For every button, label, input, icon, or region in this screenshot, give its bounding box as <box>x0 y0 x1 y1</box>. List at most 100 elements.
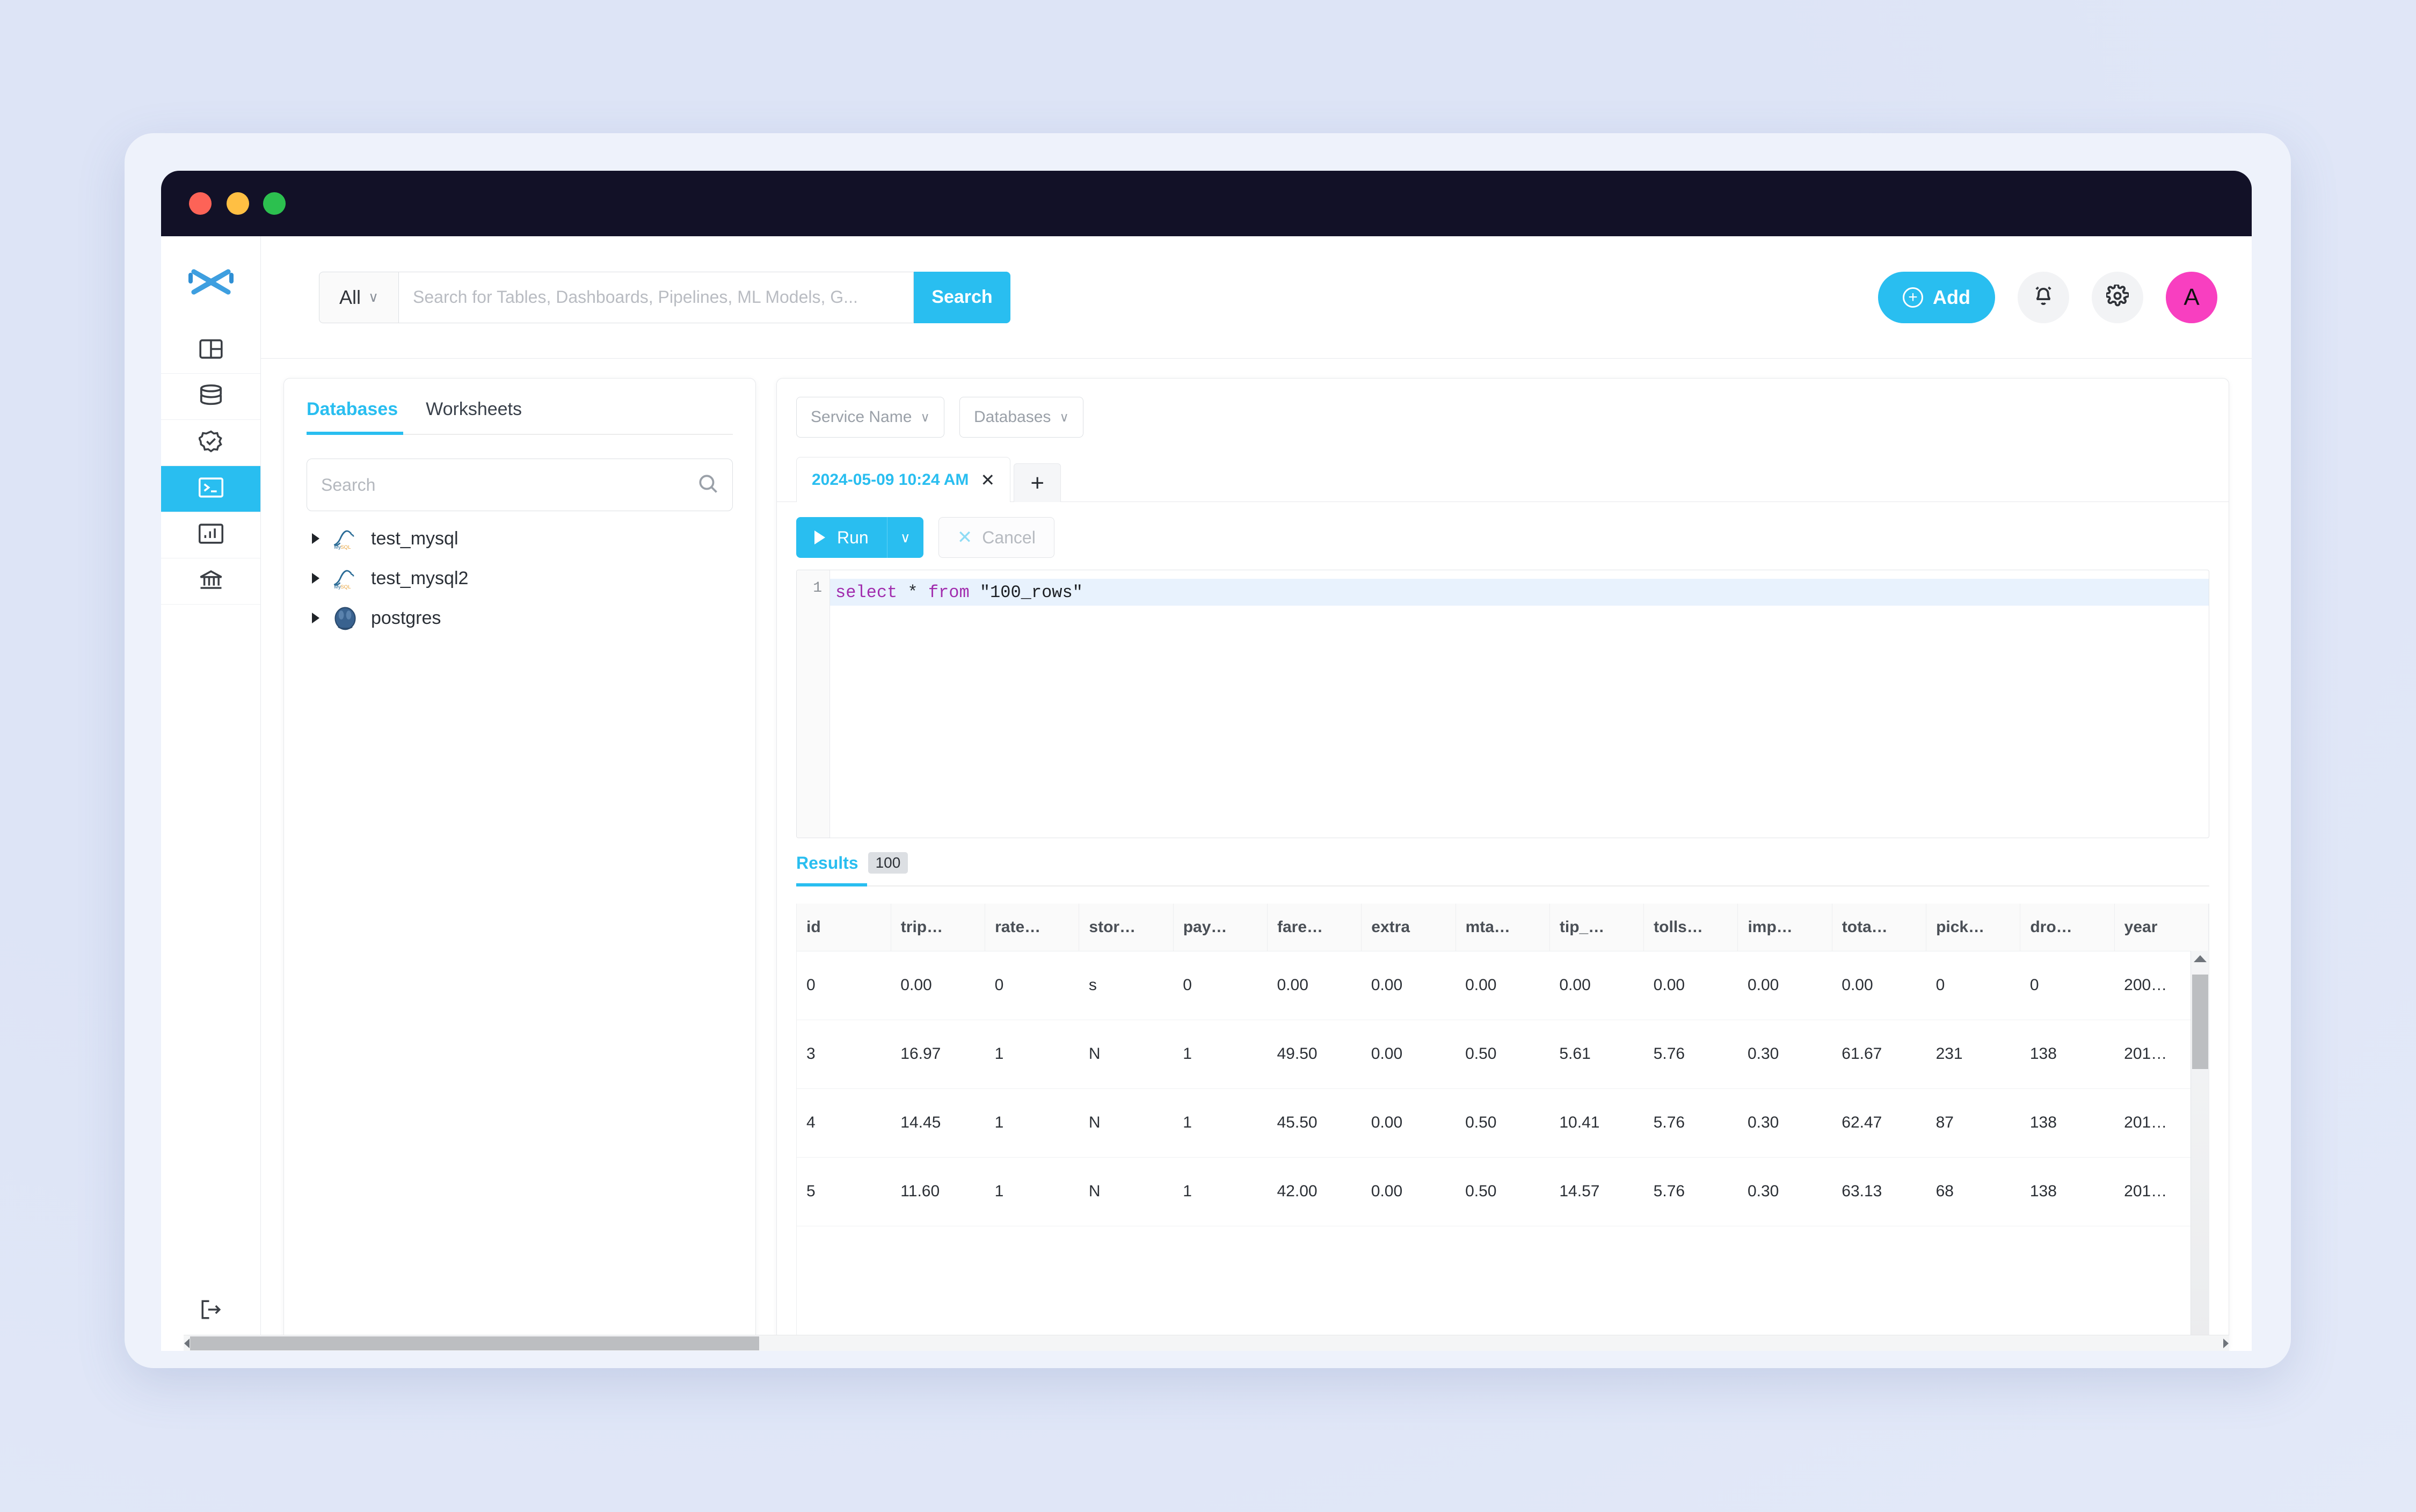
list-item-label: postgres <box>371 608 441 629</box>
sidebar-item-dashboard[interactable] <box>161 328 260 374</box>
cell: 10.41 <box>1549 1088 1643 1157</box>
sidebar-item-governance[interactable] <box>161 558 260 605</box>
sidebar-item-explore-databases[interactable] <box>161 374 260 420</box>
explorer-search-field[interactable] <box>307 459 733 511</box>
column-header-dro[interactable]: dro… <box>2020 904 2114 951</box>
vertical-scroll-thumb[interactable] <box>2192 975 2208 1069</box>
notifications-button[interactable] <box>2018 272 2069 323</box>
scroll-up-icon[interactable] <box>2194 955 2207 962</box>
cell: 1 <box>1173 1157 1267 1226</box>
table-row[interactable]: 0 0.00 0 s 0 0.00 0.00 0.00 0.00 0.00 <box>797 951 2209 1020</box>
column-header-id[interactable]: id <box>797 904 891 951</box>
sidebar-item-data-quality[interactable] <box>161 420 260 466</box>
table-row[interactable]: 5 11.60 1 N 1 42.00 0.00 0.50 14.57 5. <box>797 1157 2209 1226</box>
editor-line-1[interactable]: select * from "100_rows" <box>830 579 2209 606</box>
explorer-search-input[interactable] <box>321 475 698 495</box>
column-header-tota[interactable]: tota… <box>1832 904 1926 951</box>
cell: 87 <box>1926 1088 2020 1157</box>
column-header-mta[interactable]: mta… <box>1456 904 1549 951</box>
window-maximize-button[interactable] <box>263 192 286 215</box>
column-header-trip[interactable]: trip… <box>891 904 985 951</box>
run-options-dropdown[interactable]: ∨ <box>887 517 923 558</box>
cancel-button[interactable]: ✕ Cancel <box>938 517 1054 558</box>
list-item[interactable]: postgres <box>307 598 733 638</box>
global-search-group: All ∨ Search <box>319 272 1010 323</box>
window-minimize-button[interactable] <box>227 192 249 215</box>
sql-editor[interactable]: 1 select * from "100_rows" <box>796 570 2209 838</box>
tab-databases[interactable]: Databases <box>307 399 398 434</box>
explorer-tabs: Databases Worksheets <box>307 399 733 435</box>
column-header-imp[interactable]: imp… <box>1738 904 1832 951</box>
sidebar-item-insights[interactable] <box>161 512 260 558</box>
column-header-fare[interactable]: fare… <box>1267 904 1361 951</box>
line-number: 1 <box>813 580 822 597</box>
cell: 4 <box>797 1088 891 1157</box>
column-header-year[interactable]: year <box>2114 904 2208 951</box>
close-icon: ✕ <box>957 527 973 548</box>
top-bar: All ∨ Search + Add <box>261 236 2252 359</box>
cell: 49.50 <box>1267 1020 1361 1088</box>
window-titlebar <box>161 171 2252 236</box>
chevron-right-icon[interactable] <box>312 573 319 584</box>
user-avatar[interactable]: A <box>2166 272 2217 323</box>
play-icon <box>814 530 825 544</box>
results-vertical-scrollbar[interactable] <box>2191 951 2209 1350</box>
column-header-tolls[interactable]: tolls… <box>1644 904 1738 951</box>
tab-results[interactable]: Results 100 <box>796 852 908 885</box>
run-button[interactable]: Run ∨ <box>796 517 923 558</box>
cell: 0.00 <box>1549 951 1643 1020</box>
service-name-select[interactable]: Service Name ∨ <box>796 397 944 438</box>
cell: 5.61 <box>1549 1020 1643 1088</box>
run-button-label: Run <box>837 528 869 548</box>
cell: 61.67 <box>1832 1020 1926 1088</box>
top-bar-actions: + Add A <box>1878 272 2217 323</box>
table-row[interactable]: 3 16.97 1 N 1 49.50 0.00 0.50 5.61 5.7 <box>797 1020 2209 1088</box>
column-header-pay[interactable]: pay… <box>1173 904 1267 951</box>
column-header-extra[interactable]: extra <box>1362 904 1456 951</box>
cell: 11.60 <box>891 1157 985 1226</box>
cell: 138 <box>2020 1020 2114 1088</box>
window-close-button[interactable] <box>189 192 212 215</box>
worksheet-tab[interactable]: 2024-05-09 10:24 AM ✕ <box>796 457 1010 502</box>
sidebar-item-sql-workbench[interactable] <box>161 466 260 512</box>
sql-token-table: "100_rows" <box>970 583 1083 602</box>
list-item[interactable]: My SQL test_mysql <box>307 519 733 558</box>
editor-code-area[interactable]: select * from "100_rows" <box>830 570 2209 838</box>
cell: 0 <box>2020 951 2114 1020</box>
list-item[interactable]: My SQL test_mysql2 <box>307 558 733 598</box>
badge-check-icon <box>199 430 223 455</box>
search-input[interactable] <box>413 287 913 307</box>
column-header-rate[interactable]: rate… <box>985 904 1079 951</box>
chevron-right-icon[interactable] <box>312 613 319 623</box>
cancel-button-label: Cancel <box>982 528 1036 548</box>
browser-window: All ∨ Search + Add <box>161 171 2252 1351</box>
add-button[interactable]: + Add <box>1878 272 1995 323</box>
cell: 0 <box>985 951 1079 1020</box>
column-header-stor[interactable]: stor… <box>1079 904 1173 951</box>
close-icon[interactable]: ✕ <box>980 470 995 490</box>
table-row[interactable]: 4 14.45 1 N 1 45.50 0.00 0.50 10.41 5. <box>797 1088 2209 1157</box>
cell: N <box>1079 1020 1173 1088</box>
openmetadata-logo[interactable] <box>161 236 260 328</box>
search-button[interactable]: Search <box>914 272 1010 323</box>
databases-select[interactable]: Databases ∨ <box>959 397 1083 438</box>
add-worksheet-button[interactable]: + <box>1014 463 1061 502</box>
results-table: id trip… rate… stor… pay… fare… extra mt… <box>797 904 2209 1226</box>
settings-button[interactable] <box>2092 272 2143 323</box>
scroll-right-icon[interactable] <box>2223 1339 2229 1348</box>
cell: 1 <box>985 1088 1079 1157</box>
cell: 0.00 <box>1832 951 1926 1020</box>
results-count-badge: 100 <box>868 852 908 874</box>
horizontal-scroll-thumb[interactable] <box>190 1336 759 1350</box>
chevron-right-icon[interactable] <box>312 533 319 544</box>
column-header-pick[interactable]: pick… <box>1926 904 2020 951</box>
results-horizontal-scrollbar[interactable] <box>184 1335 2229 1351</box>
cell: 0.00 <box>1362 1157 1456 1226</box>
cell: 0.00 <box>1267 951 1361 1020</box>
scroll-left-icon[interactable] <box>184 1339 190 1348</box>
tab-worksheets[interactable]: Worksheets <box>426 399 522 434</box>
main-column: All ∨ Search + Add <box>261 236 2252 1351</box>
search-scope-dropdown[interactable]: All ∨ <box>319 272 398 323</box>
column-header-tip[interactable]: tip_… <box>1549 904 1643 951</box>
global-search-field[interactable] <box>398 272 914 323</box>
